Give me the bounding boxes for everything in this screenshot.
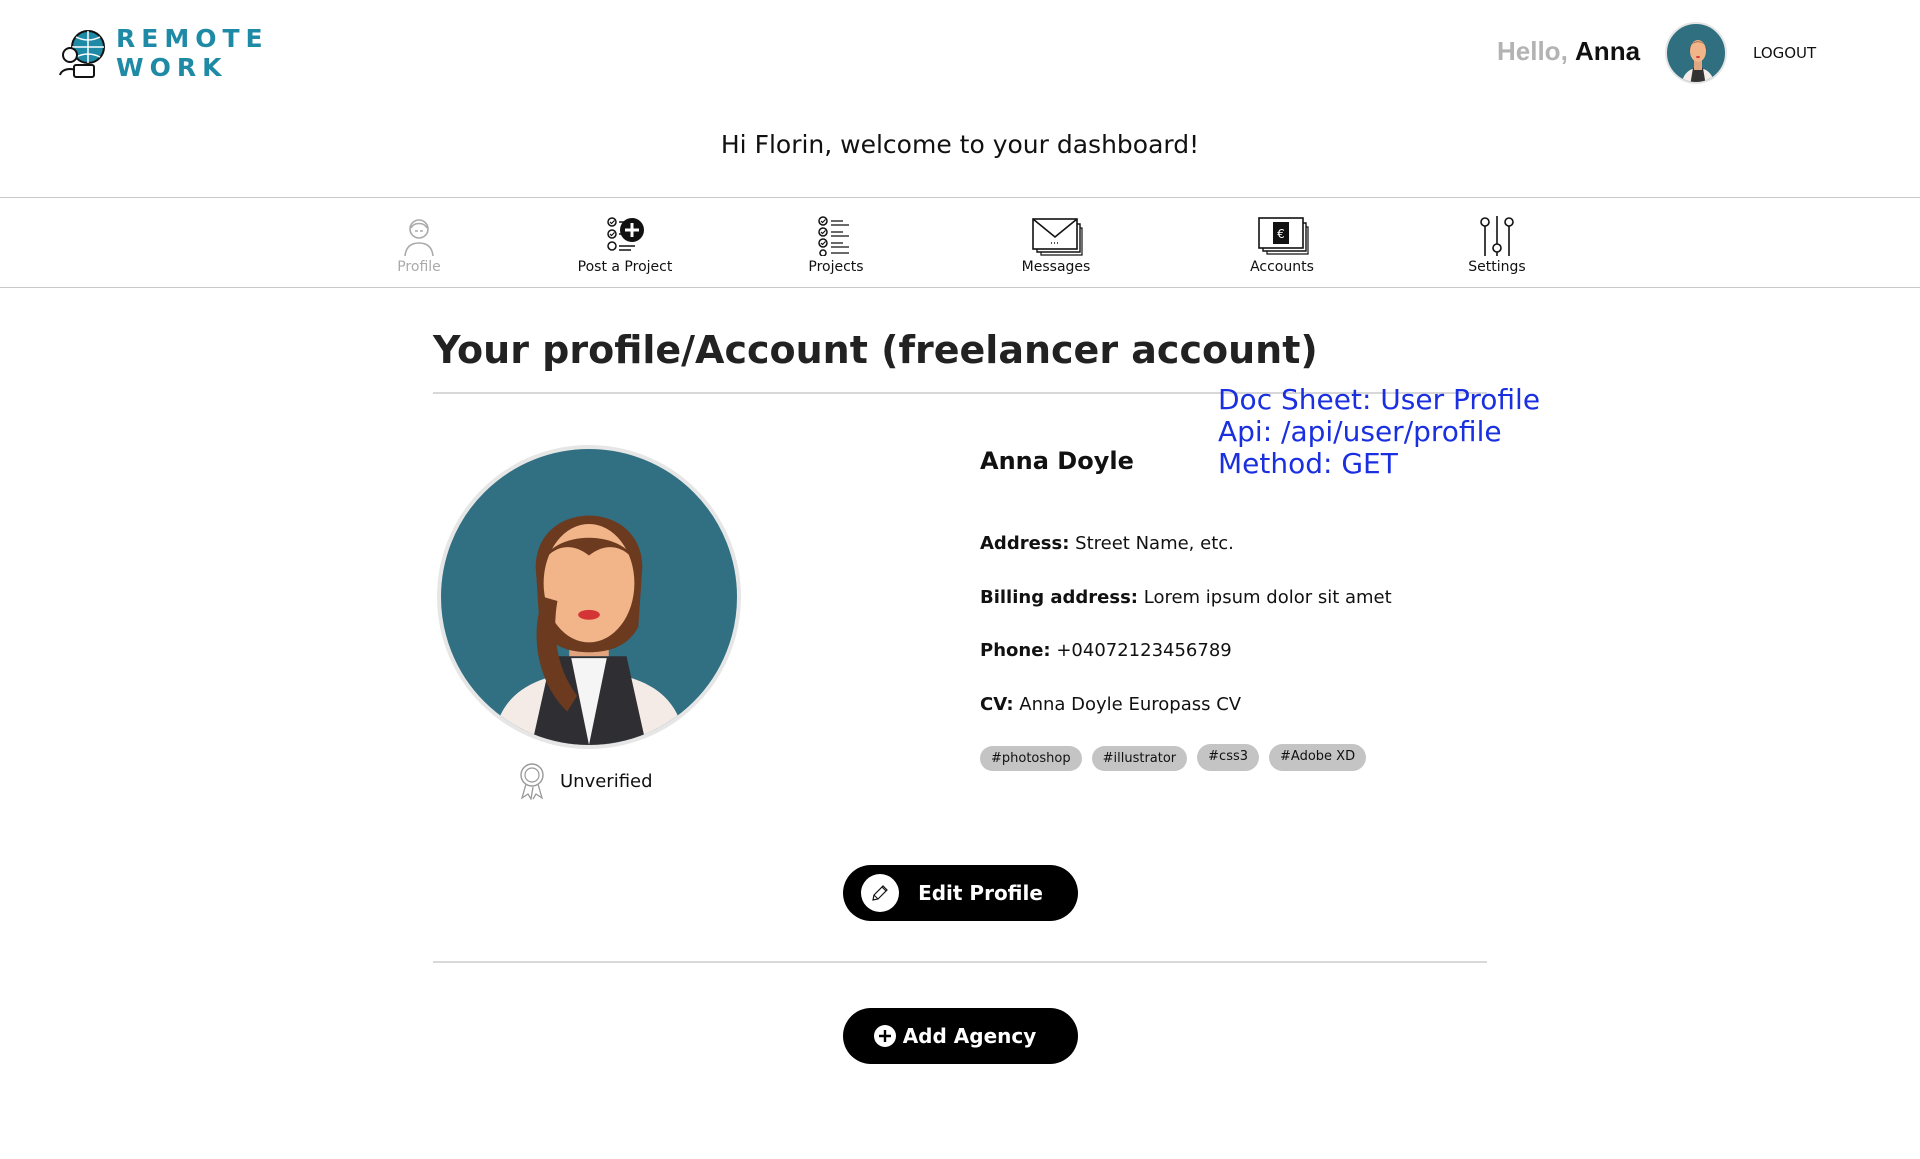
- address-label: Address:: [980, 533, 1070, 554]
- doc-note-method: Method: GET: [1218, 447, 1398, 480]
- award-badge-icon: [520, 763, 544, 800]
- divider: [433, 961, 1487, 963]
- greeting: Hello, Anna: [1497, 36, 1640, 67]
- cv-label: CV:: [980, 694, 1014, 715]
- nav-item-messages[interactable]: Messages: [971, 216, 1141, 275]
- logout-link[interactable]: LOGOUT: [1753, 44, 1816, 62]
- accounts-wallet-icon: €: [1258, 217, 1309, 255]
- globe-worker-icon: [59, 30, 105, 78]
- user-avatar[interactable]: [1665, 22, 1727, 84]
- cv-row: CV: Anna Doyle Europass CV: [980, 694, 1241, 715]
- phone-row: Phone: +04072123456789: [980, 640, 1232, 661]
- cv-value[interactable]: Anna Doyle Europass CV: [1019, 694, 1241, 715]
- profile-name: Anna Doyle: [980, 447, 1134, 475]
- profile-icon: [404, 219, 434, 256]
- verification-status: Unverified: [518, 762, 653, 800]
- plus-circle-icon: [874, 1025, 896, 1047]
- settings-sliders-icon: [1480, 216, 1514, 256]
- skill-tag[interactable]: #photoshop: [980, 746, 1082, 771]
- greeting-name: Anna: [1575, 36, 1641, 66]
- skill-tag[interactable]: #Adobe XD: [1269, 744, 1367, 771]
- nav-item-accounts[interactable]: € Accounts: [1197, 216, 1367, 275]
- verification-label: Unverified: [560, 770, 653, 792]
- edit-profile-label: Edit Profile: [918, 881, 1043, 905]
- phone-label: Phone:: [980, 640, 1051, 661]
- nav-label-projects: Projects: [808, 259, 864, 275]
- doc-note-sheet: Doc Sheet: User Profile: [1218, 383, 1541, 416]
- doc-note: Doc Sheet: User Profile Api: /api/user/p…: [1218, 384, 1540, 480]
- nav-label-profile: Profile: [397, 259, 441, 275]
- messages-icon: [1032, 218, 1083, 256]
- nav-label-post-project: Post a Project: [577, 259, 673, 275]
- projects-list-icon: [818, 216, 849, 256]
- billing-label: Billing address:: [980, 587, 1138, 608]
- add-agency-label: Add Agency: [902, 1024, 1037, 1048]
- nav-label-messages: Messages: [1021, 259, 1091, 275]
- doc-note-api: Api: /api/user/profile: [1218, 415, 1502, 448]
- logo-line-1: REMOTE: [116, 24, 269, 53]
- nav-item-projects[interactable]: Projects: [751, 216, 921, 275]
- phone-value: +04072123456789: [1056, 640, 1232, 661]
- nav-label-accounts: Accounts: [1250, 259, 1314, 275]
- nav-item-profile[interactable]: Profile: [334, 216, 504, 275]
- logo-line-2: WORK: [116, 53, 228, 82]
- logo[interactable]: REMOTE WORK: [56, 24, 269, 82]
- skill-tag[interactable]: #css3: [1197, 744, 1260, 771]
- svg-text:€: €: [1277, 227, 1285, 241]
- pencil-icon: [861, 874, 899, 912]
- nav-label-settings: Settings: [1468, 259, 1526, 275]
- profile-photo[interactable]: [437, 445, 741, 749]
- woman-avatar-icon: [1681, 40, 1715, 82]
- welcome-message: Hi Florin, welcome to your dashboard!: [720, 130, 1200, 159]
- greeting-prefix: Hello,: [1497, 36, 1568, 66]
- woman-portrait-icon: [492, 515, 686, 745]
- page-title: Your profile/Account (freelancer account…: [433, 328, 1318, 372]
- nav-item-settings[interactable]: Settings: [1412, 216, 1582, 275]
- address-value: Street Name, etc.: [1075, 533, 1234, 554]
- edit-profile-button[interactable]: Edit Profile: [843, 865, 1078, 921]
- address-row: Address: Street Name, etc.: [980, 533, 1234, 554]
- skill-tags: #photoshop #illustrator #css3 #Adobe XD: [980, 744, 1367, 771]
- skill-tag[interactable]: #illustrator: [1091, 746, 1188, 771]
- main-nav: Profile Post a Project Projects Messages…: [0, 197, 1920, 288]
- billing-row: Billing address: Lorem ipsum dolor sit a…: [980, 587, 1392, 608]
- billing-value: Lorem ipsum dolor sit amet: [1143, 587, 1392, 608]
- post-project-icon: [607, 217, 644, 251]
- add-agency-button[interactable]: Add Agency: [843, 1008, 1078, 1064]
- nav-item-post-project[interactable]: Post a Project: [540, 216, 710, 275]
